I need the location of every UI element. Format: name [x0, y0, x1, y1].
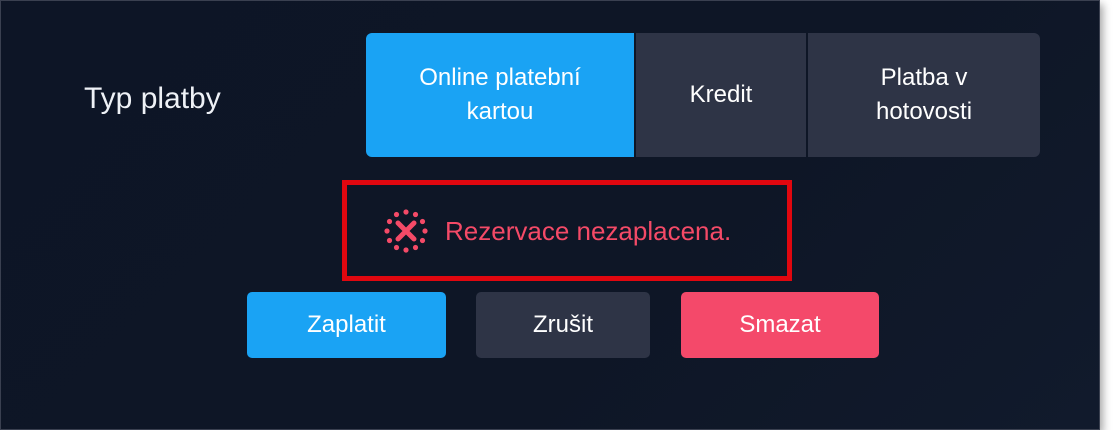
payment-option-credit-label: Kredit [689, 81, 753, 108]
payment-status-text: Rezervace nezaplacena. [445, 215, 732, 246]
payment-status-alert: Rezervace nezaplacena. [342, 180, 792, 281]
payment-option-cash[interactable]: Platba v hotovosti [808, 33, 1040, 157]
payment-option-online-card[interactable]: Online platební kartou [366, 33, 634, 157]
error-x-circle-icon [384, 208, 428, 253]
delete-button[interactable]: Smazat [681, 292, 879, 358]
payment-type-label: Typ platby [84, 82, 221, 115]
pay-button[interactable]: Zaplatit [247, 292, 446, 358]
payment-option-cash-label: Platba v hotovosti [875, 64, 973, 125]
payment-option-credit[interactable]: Kredit [636, 33, 806, 157]
cancel-button[interactable]: Zrušit [476, 292, 650, 358]
payment-option-online-card-label: Online platební kartou [419, 64, 581, 125]
payment-panel: Typ platby Online platební kartou Kredit… [0, 0, 1100, 430]
